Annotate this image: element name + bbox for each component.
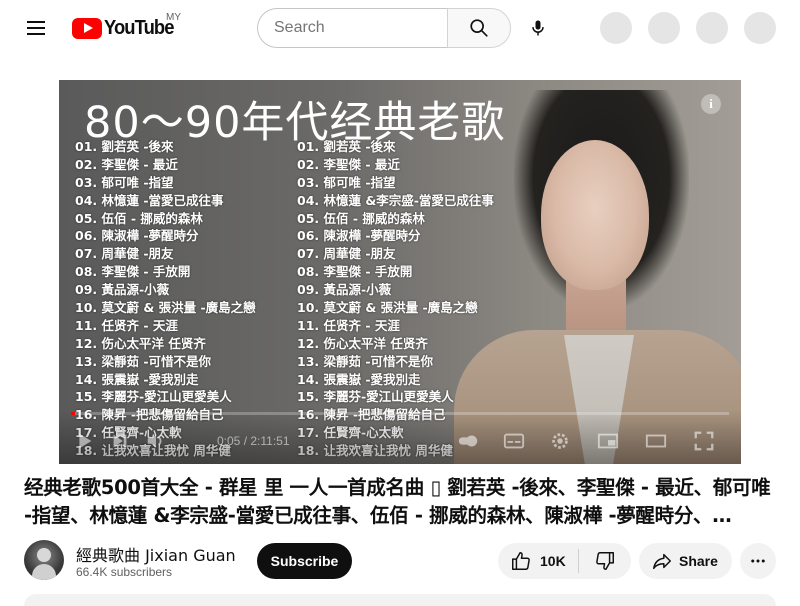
volume-icon[interactable]	[145, 430, 167, 452]
song-item: 09. 黃品源-小薇	[297, 282, 392, 298]
fullscreen-icon[interactable]	[693, 430, 715, 452]
song-item: 03. 郁可唯 -指望	[297, 174, 396, 190]
more-actions-button[interactable]	[740, 543, 776, 579]
share-button[interactable]: Share	[639, 543, 732, 579]
song-item: 07. 周華健 -朋友	[297, 246, 396, 262]
time-display: 0:05 / 2:11:51	[217, 434, 290, 448]
search-button[interactable]	[447, 8, 511, 48]
theater-mode-icon[interactable]	[645, 430, 667, 452]
header-action-1[interactable]	[600, 12, 632, 44]
song-item: 13. 梁靜茹 -可惜不是你	[297, 353, 434, 369]
subscriber-count: 66.4K subscribers	[76, 565, 173, 579]
song-item: 01. 劉若英 -後來	[75, 139, 174, 154]
dislike-button[interactable]	[579, 543, 631, 579]
header-action-3[interactable]	[696, 12, 728, 44]
next-icon[interactable]	[109, 430, 131, 452]
channel-name[interactable]: 經典歌曲 Jixian Guan	[76, 542, 236, 566]
song-item: 05. 伍佰 - 挪威的森林	[297, 210, 425, 226]
video-player[interactable]: 80～90年代经典老歌 01. 劉若英 -後來 02. 李聖傑 - 最近 03. 郁…	[59, 80, 741, 464]
like-count: 10K	[540, 553, 566, 569]
youtube-logo[interactable]: YouTube	[72, 16, 180, 40]
subscribe-button[interactable]: Subscribe	[257, 543, 352, 579]
song-item: 15. 李麗芬-愛江山更愛美人	[75, 389, 232, 405]
subtitles-icon[interactable]	[503, 430, 525, 452]
youtube-play-icon	[72, 17, 102, 39]
song-item: 12. 伤心太平洋 任贤齐	[297, 335, 428, 351]
song-item: 03. 郁可唯 -指望	[75, 174, 174, 190]
song-item: 08. 李聖傑 - 手放開	[297, 264, 413, 280]
song-item: 01. 劉若英 -後來	[297, 139, 396, 154]
logo-text: YouTube	[104, 16, 174, 39]
song-item: 06. 陳淑樺 -夢醒時分	[297, 228, 421, 244]
menu-button[interactable]	[18, 10, 54, 46]
song-item: 04. 林憶蓮 -當愛已成往事	[75, 192, 224, 208]
thumbs-down-icon	[596, 552, 614, 570]
song-item: 07. 周華健 -朋友	[75, 246, 174, 262]
share-label: Share	[679, 553, 718, 569]
mic-icon	[532, 20, 544, 36]
song-item: 02. 李聖傑 - 最近	[75, 156, 178, 172]
song-item: 08. 李聖傑 - 手放開	[75, 264, 191, 280]
player-controls: 0:05 / 2:11:51	[59, 410, 741, 464]
song-item: 09. 黃品源-小薇	[75, 282, 170, 298]
menu-icon	[27, 21, 45, 35]
play-icon[interactable]	[73, 430, 95, 452]
share-icon	[653, 553, 671, 570]
more-horizontal-icon	[751, 559, 765, 563]
progress-bar[interactable]	[71, 412, 729, 415]
miniplayer-icon[interactable]	[597, 430, 619, 452]
song-item: 12. 伤心太平洋 任贤齐	[75, 335, 206, 351]
song-item: 15. 李麗芬-愛江山更愛美人	[297, 389, 454, 405]
progress-fill	[71, 412, 75, 415]
account-avatar[interactable]	[744, 12, 776, 44]
voice-search-button[interactable]	[520, 10, 556, 46]
song-item: 14. 張震嶽 -愛我別走	[297, 371, 421, 387]
autoplay-toggle-icon[interactable]	[457, 430, 479, 452]
country-code: MY	[166, 12, 181, 23]
song-item: 14. 張震嶽 -愛我別走	[75, 371, 199, 387]
song-item: 06. 陳淑樺 -夢醒時分	[75, 228, 199, 244]
info-icon[interactable]: i	[701, 94, 721, 114]
song-item: 02. 李聖傑 - 最近	[297, 156, 400, 172]
settings-icon[interactable]	[549, 430, 571, 452]
song-item: 05. 伍佰 - 挪威的森林	[75, 210, 203, 226]
search-input[interactable]	[257, 8, 448, 48]
song-item: 11. 任贤齐 - 天涯	[75, 317, 178, 333]
portrait-face	[541, 140, 649, 290]
video-title: 经典老歌500首大全 - 群星 里 一人一首成名曲 ▯ 劉若英 -後來、李聖傑 …	[24, 476, 771, 527]
song-item: 11. 任贤齐 - 天涯	[297, 317, 400, 333]
song-item: 13. 梁靜茹 -可惜不是你	[75, 353, 212, 369]
thumbs-up-icon	[512, 552, 530, 570]
search-icon	[470, 19, 488, 37]
header-action-2[interactable]	[648, 12, 680, 44]
song-item: 10. 莫文蔚 & 張洪量 -廣島之戀	[75, 300, 256, 316]
like-dislike-group: 10K	[498, 543, 631, 579]
song-item: 10. 莫文蔚 & 張洪量 -廣島之戀	[297, 300, 478, 316]
song-item: 04. 林憶蓮 &李宗盛-當愛已成往事	[297, 192, 494, 208]
description-box[interactable]	[24, 594, 776, 606]
masthead: YouTube MY	[0, 0, 800, 56]
like-button[interactable]: 10K	[498, 543, 578, 579]
channel-avatar[interactable]	[24, 540, 64, 580]
